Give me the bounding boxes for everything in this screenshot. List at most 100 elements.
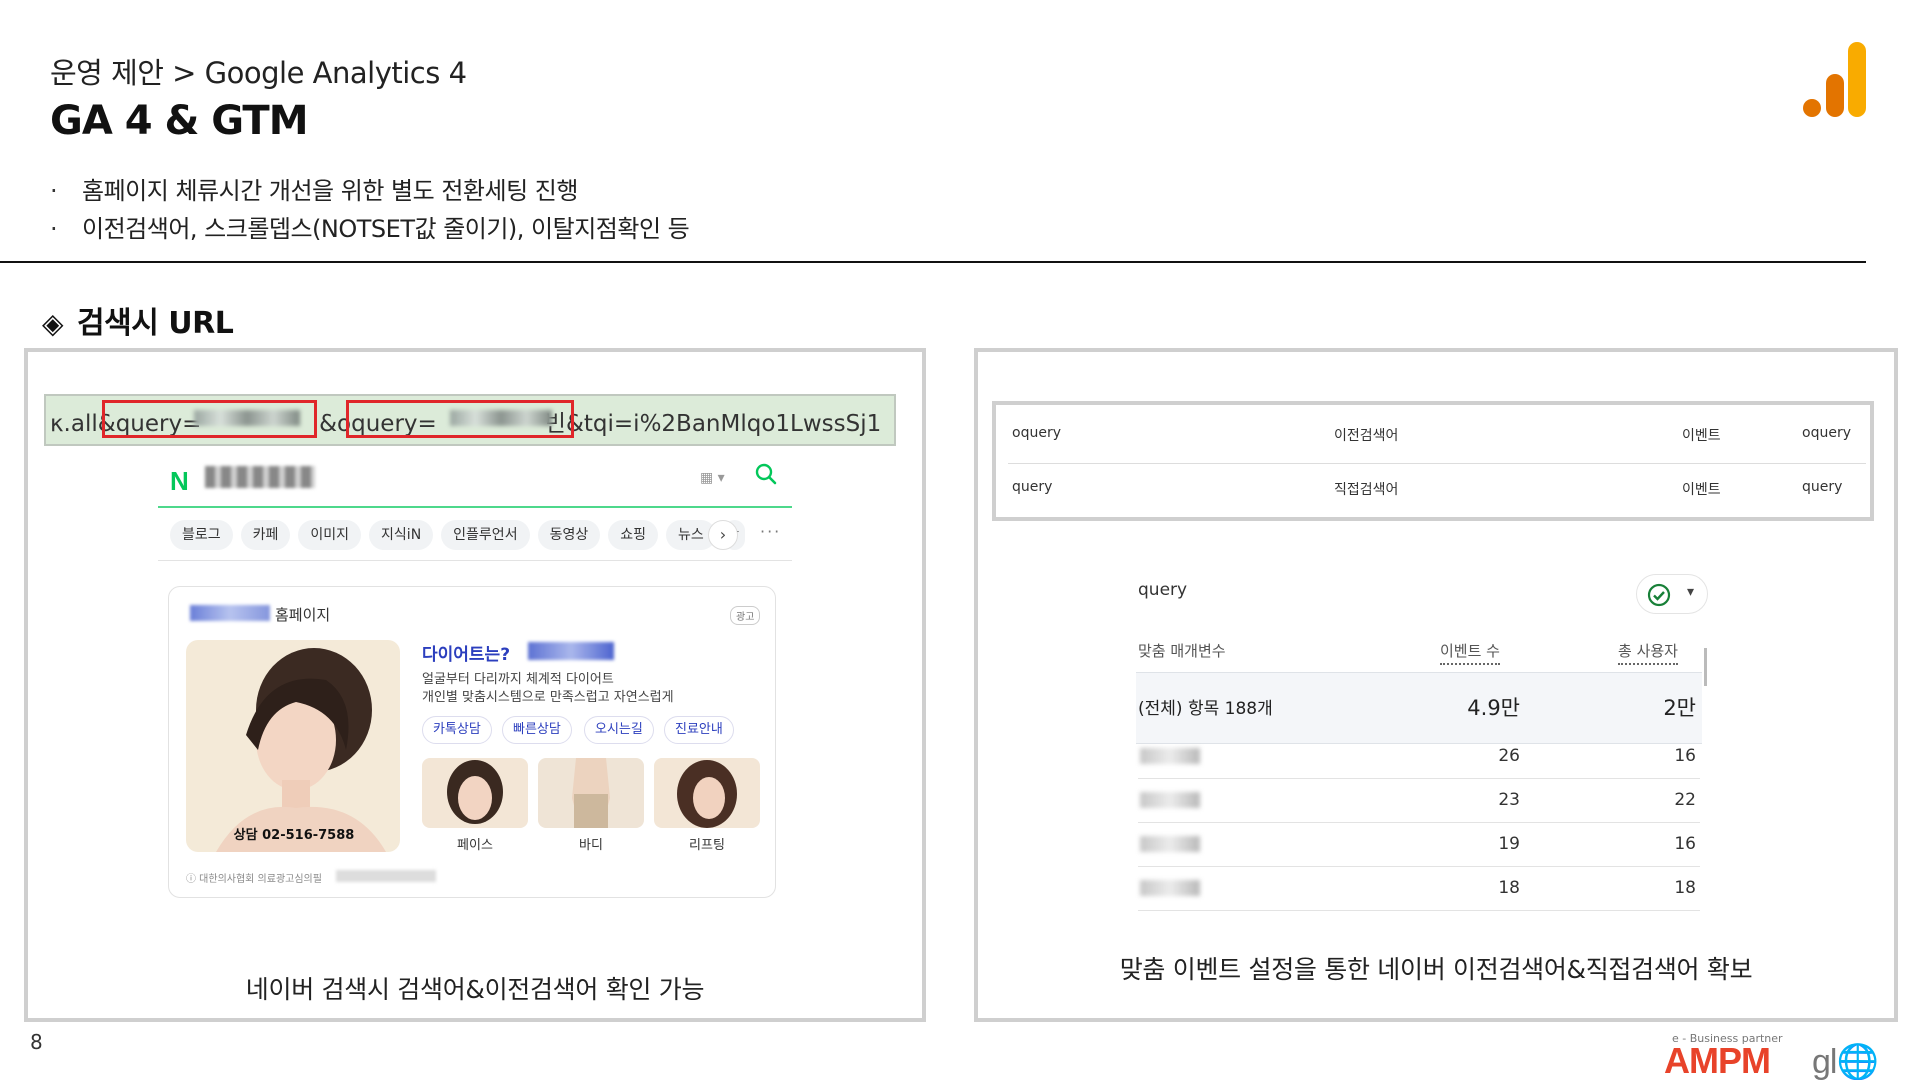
oquery-highlight-box xyxy=(346,400,574,438)
ad-button-directions[interactable]: 오시는길 xyxy=(584,716,654,744)
parameter-table: oquery 이전검색어 이벤트 oquery query 직접검색어 이벤트 … xyxy=(992,401,1874,521)
report-total-label: (전체) 항목 188개 xyxy=(1138,699,1273,719)
report-total-users: 2만 xyxy=(1663,696,1696,720)
row-events: 23 xyxy=(1498,790,1520,810)
ad-thumb-label-body[interactable]: 바디 xyxy=(538,834,644,853)
param-name: oquery xyxy=(1802,425,1851,441)
thumb-face-illustration xyxy=(447,760,503,824)
bullet-text: 이전검색어, 스크롤뎁스(NOTSET값 줄이기), 이탈지점확인 등 xyxy=(82,215,690,243)
url-suffix: &tqi=i%2BanMlqo1LwssSj1 xyxy=(565,411,882,437)
ad-notice: ⓘ 대한의사협회 의료광고심의필 xyxy=(186,874,322,885)
redacted-query-term xyxy=(1140,880,1200,896)
ad-button-quick[interactable]: 빠른상담 xyxy=(502,716,572,744)
param-scope: 이벤트 xyxy=(1682,482,1721,498)
column-header-events[interactable]: 이벤트 수 xyxy=(1440,640,1500,665)
ad-thumb-body[interactable] xyxy=(538,758,644,828)
ampm-logo: AMPM xyxy=(1664,1040,1771,1080)
ad-thumb-face[interactable] xyxy=(422,758,528,828)
bullet-item: · 이전검색어, 스크롤뎁스(NOTSET값 줄이기), 이탈지점확인 등 xyxy=(50,210,690,248)
ad-headline-redacted xyxy=(528,642,614,660)
ad-button-kakao[interactable]: 카톡상담 xyxy=(422,716,492,744)
row-divider xyxy=(1138,778,1700,779)
ad-thumb-label-lifting[interactable]: 리프팅 xyxy=(654,834,760,853)
ad-button-info[interactable]: 진료안내 xyxy=(664,716,734,744)
ad-badge: 광고 xyxy=(730,606,761,625)
ad-thumb-lifting[interactable] xyxy=(654,758,760,828)
tab-video[interactable]: 동영상 xyxy=(537,520,601,550)
diamond-icon: ◈ xyxy=(42,307,64,340)
global-logo: gl🌐bal xyxy=(1812,1043,1879,1080)
naver-tabs: 블로그카페이미지지식iN인플루언서동영상쇼핑뉴스ㅎ xyxy=(170,520,753,550)
row-divider xyxy=(1138,866,1700,867)
param-name: query xyxy=(1802,479,1843,495)
caret-down-icon: ▾ xyxy=(1687,584,1695,600)
ad-site-label[interactable]: 홈페이지 xyxy=(275,604,330,625)
ad-thumb-label-face[interactable]: 페이스 xyxy=(422,834,528,853)
chevron-right-icon[interactable]: › xyxy=(708,520,738,550)
page-number: 8 xyxy=(30,1030,43,1054)
scrollbar[interactable] xyxy=(1704,648,1707,686)
query-highlight-box xyxy=(102,400,317,438)
param-key: query xyxy=(1012,479,1053,495)
param-scope: 이벤트 xyxy=(1682,428,1721,444)
row-divider xyxy=(1138,822,1700,823)
table-row: oquery 이전검색어 이벤트 oquery xyxy=(996,407,1870,459)
report-status-dropdown[interactable]: ▾ xyxy=(1636,574,1708,614)
column-header-dimension[interactable]: 맞춤 매개변수 xyxy=(1138,640,1226,661)
bullet-marker: · xyxy=(50,215,58,243)
bullet-text: 홈페이지 체류시간 개선을 위한 별도 전환세팅 진행 xyxy=(82,177,578,205)
more-icon[interactable]: ··· xyxy=(760,522,781,541)
tab-influencer[interactable]: 인플루언서 xyxy=(441,520,530,550)
bullet-item: · 홈페이지 체류시간 개선을 위한 별도 전환세팅 진행 xyxy=(50,172,689,210)
portrait-illustration xyxy=(216,648,386,852)
search-icon[interactable] xyxy=(754,462,778,486)
row-divider xyxy=(1138,910,1700,911)
tab-kin[interactable]: 지식iN xyxy=(369,520,434,550)
ad-site-name-redacted xyxy=(190,605,270,621)
redacted-query-term xyxy=(1140,748,1200,764)
row-users: 22 xyxy=(1674,790,1696,810)
column-header-users[interactable]: 총 사용자 xyxy=(1618,640,1678,665)
bullet-list: · 홈페이지 체류시간 개선을 위한 별도 전환세팅 진행 · 이전검색어, 스크롤… xyxy=(50,172,690,248)
naver-search-text-redacted xyxy=(205,466,315,488)
row-users: 16 xyxy=(1674,746,1696,766)
right-caption: 맞춤 이벤트 설정을 통한 네이버 이전검색어&직접검색어 확보 xyxy=(1119,955,1753,984)
thumb-lifting-illustration xyxy=(677,760,737,828)
tab-image[interactable]: 이미지 xyxy=(298,520,362,550)
google-analytics-bars-icon xyxy=(1803,42,1866,117)
ad-description-line1: 얼굴부터 다리까지 체계적 다이어트 xyxy=(422,672,614,687)
left-caption: 네이버 검색시 검색어&이전검색어 확인 가능 xyxy=(245,975,705,1004)
table-row-divider xyxy=(1008,463,1866,464)
report-title: query xyxy=(1138,580,1188,600)
redacted-query-term xyxy=(1140,792,1200,808)
row-users: 16 xyxy=(1674,834,1696,854)
table-row: query 직접검색어 이벤트 query xyxy=(996,461,1870,513)
bullet-marker: · xyxy=(50,177,58,205)
row-events: 18 xyxy=(1498,878,1520,898)
param-key: oquery xyxy=(1012,425,1061,441)
breadcrumb: 운영 제안 > Google Analytics 4 xyxy=(50,56,467,90)
ad-description-line2: 개인별 맞춤시스템으로 만족스럽고 자연스럽게 xyxy=(422,690,674,705)
ad-headline[interactable]: 다이어트는? xyxy=(422,640,510,665)
header-divider xyxy=(0,261,1866,263)
tab-cafe[interactable]: 카페 xyxy=(240,520,291,550)
tab-blog[interactable]: 블로그 xyxy=(170,520,233,550)
keyboard-icon[interactable]: ▦ ▾ xyxy=(700,470,725,486)
section-heading-text: 검색시 URL xyxy=(77,306,234,341)
url-bar: κ.all&query= |&oquery= 빈&tqi=i%2BanMlqo1Lw… xyxy=(44,394,896,446)
param-description: 직접검색어 xyxy=(1334,482,1399,498)
ad-phone-number[interactable]: 상담 02-516-7588 xyxy=(196,824,392,843)
row-users: 18 xyxy=(1674,878,1696,898)
ad-notice-redacted xyxy=(336,870,436,882)
row-events: 26 xyxy=(1498,746,1520,766)
check-circle-icon xyxy=(1647,583,1671,607)
naver-search-underline xyxy=(158,506,792,508)
redacted-query-term xyxy=(1140,836,1200,852)
report-total-events: 4.9만 xyxy=(1467,696,1520,720)
page-title: GA 4 & GTM xyxy=(50,98,308,144)
tab-shopping[interactable]: 쇼핑 xyxy=(608,520,658,550)
ad-photo[interactable] xyxy=(186,640,400,852)
param-description: 이전검색어 xyxy=(1334,428,1399,444)
tabs-divider xyxy=(158,560,792,561)
thumb-body-illustration xyxy=(572,758,610,828)
